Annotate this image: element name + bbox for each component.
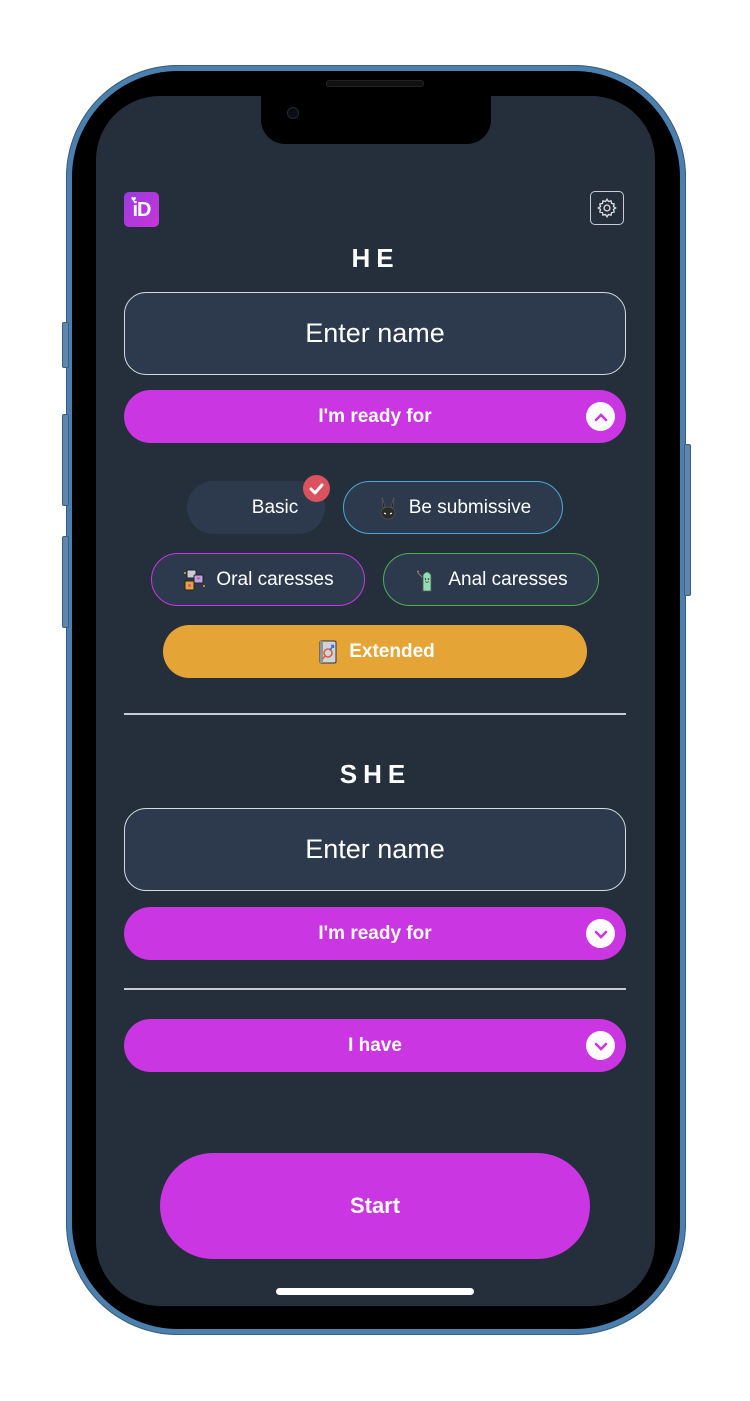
front-camera	[288, 108, 298, 118]
side-button-mute	[62, 322, 69, 368]
section-divider	[124, 988, 626, 990]
he-ready-for-label: I'm ready for	[318, 405, 432, 427]
side-button-power	[684, 444, 691, 596]
option-label: Extended	[349, 640, 435, 662]
option-label: Anal caresses	[448, 568, 568, 590]
she-ready-for-label: I'm ready for	[318, 922, 432, 944]
she-section-title: SHE	[339, 759, 412, 789]
check-icon	[303, 475, 330, 502]
notch	[261, 96, 491, 144]
gender-book-icon	[319, 640, 337, 663]
option-chip-anal-caresses[interactable]: Anal caresses	[383, 553, 599, 606]
i-have-dropdown[interactable]: I have	[124, 1019, 626, 1072]
settings-button[interactable]	[590, 191, 624, 225]
chevron-down-icon[interactable]	[586, 919, 615, 948]
option-chip-oral-caresses[interactable]: Oral caresses	[151, 553, 365, 606]
she-name-input[interactable]	[124, 808, 626, 891]
bunny-mask-icon	[380, 496, 396, 519]
option-label: Oral caresses	[216, 568, 334, 590]
start-button[interactable]: Start	[160, 1153, 590, 1259]
app-logo: ♥ iD	[124, 192, 159, 227]
option-chip-be-submissive[interactable]: Be submissive	[343, 481, 563, 534]
i-have-label: I have	[348, 1034, 402, 1056]
he-name-input[interactable]	[124, 292, 626, 375]
oral-caresses-icon	[184, 569, 206, 590]
side-button-volume-up	[62, 414, 69, 506]
option-chip-extended[interactable]: Extended	[163, 625, 587, 678]
side-button-volume-down	[62, 536, 69, 628]
home-indicator[interactable]	[276, 1288, 474, 1295]
she-ready-for-dropdown[interactable]: I'm ready for	[124, 907, 626, 960]
anal-caresses-icon	[417, 570, 432, 591]
option-label: Be submissive	[408, 496, 532, 518]
section-divider	[124, 713, 626, 715]
app-screen: ♥ iD HE I'm ready for Basic Be submissiv…	[96, 96, 655, 1306]
earpiece-speaker	[326, 80, 424, 87]
start-label: Start	[349, 1193, 401, 1218]
chevron-up-icon[interactable]	[586, 402, 615, 431]
he-ready-for-dropdown[interactable]: I'm ready for	[124, 390, 626, 443]
gear-icon	[597, 198, 617, 218]
he-section-title: HE	[351, 243, 400, 273]
heart-icon: ♥	[131, 194, 136, 204]
chevron-down-icon[interactable]	[586, 1031, 615, 1060]
option-label: Basic	[251, 496, 299, 518]
